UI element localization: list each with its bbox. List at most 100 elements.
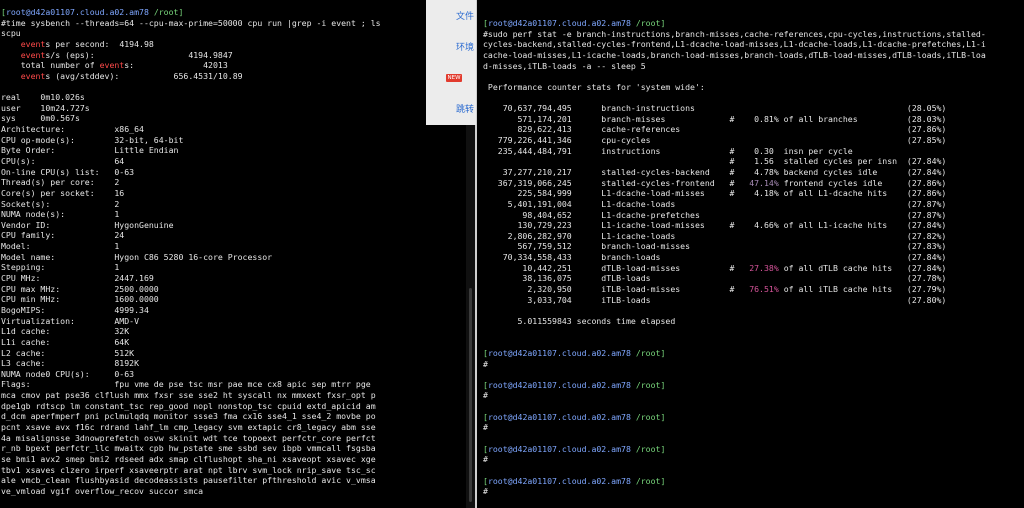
terminal-text: cache-load-misses,L1-icache-loads,branch… [483,49,986,60]
terminal-text: r_nb bpext perfctr_llc mwaitx cpb hw_pst… [1,443,376,454]
right-terminal-pane[interactable]: [root@d42a01107.cloud.a02.am78 /root] #su… [477,0,1024,508]
terminal-line: L2 cache: 512K [1,348,466,359]
terminal-line: BogoMIPS: 4999.34 [1,305,466,316]
terminal-line: Architecture: x86_64 [1,124,466,135]
terminal-text: 130,729,223 L1-icache-load-misses # 4.66… [483,220,947,231]
terminal-line: 779,226,441,346 cpu-cycles (27.85%) [483,135,1024,146]
terminal-text: # [483,486,488,497]
terminal-line: 98,404,652 L1-dcache-prefetches (27.87%) [483,210,1024,221]
terminal-text: frontend cycles idle (27.86%) [778,177,947,188]
left-terminal-pane[interactable]: [root@d42a01107.cloud.a02.am78 /root] #ti… [0,0,466,508]
terminal-colored-text: root@d42a01107.cloud.a02.am78 [487,379,631,390]
terminal-text: s per second: 4194.98 [45,38,154,49]
terminal-line: scpu [1,28,466,39]
terminal-line: 130,729,223 L1-icache-load-misses # 4.66… [483,220,1024,231]
terminal-text: Virtualization: AMD-V [1,315,140,326]
terminal-line: NUMA node(s): 1 [1,209,466,220]
terminal-line: 571,174,201 branch-misses # 0.81% of all… [483,114,1024,125]
terminal-text: d-misses,iTLB-loads -a -- sleep 5 [483,60,646,71]
terminal-text: Socket(s): 2 [1,198,120,209]
terminal-line: 2,320,950 iTLB-load-misses # 76.51% of a… [483,284,1024,295]
terminal-line: CPU MHz: 2447.169 [1,273,466,284]
terminal-line: Model: 1 [1,241,466,252]
terminal-line: events per second: 4194.98 [1,39,466,50]
terminal-text: CPU min MHz: 1600.0000 [1,294,159,305]
terminal-line: dpe1gb rdtscp lm constant_tsc rep_good n… [1,401,466,412]
terminal-line: 235,444,484,791 instructions # 0.30 insn… [483,146,1024,157]
menu-item-env[interactable]: 环境 [456,40,474,53]
terminal-line: tbv1 xsaves clzero irperf xsaveerptr ara… [1,465,466,476]
terminal-colored-text: /root] [148,7,184,17]
terminal-text: CPU MHz: 2447.169 [1,273,154,284]
terminal-colored-text: 27.38% [749,262,779,273]
terminal-text: sys 0m0.567s [1,113,80,124]
terminal-text: 4a misalignsse 3dnowprefetch osvw skinit… [1,432,376,443]
terminal-colored-text: root@d42a01107.cloud.a02.am78 [487,443,631,454]
terminal-text: L2 cache: 512K [1,347,135,358]
terminal-line: 225,584,999 L1-dcache-load-misses # 4.18… [483,188,1024,199]
terminal-line: L1i cache: 64K [1,337,466,348]
terminal-text: cycles-backend,stalled-cycles-frontend,L… [483,39,986,50]
terminal-line: 829,622,413 cache-references (27.86%) [483,124,1024,135]
terminal-text: of all dTLB cache hits (27.84%) [778,262,947,273]
terminal-line: Performance counter stats for 'system wi… [483,82,1024,93]
terminal-text: 2,320,950 iTLB-load-misses # [483,284,750,295]
terminal-text: NUMA node0 CPU(s): 0-63 [1,368,135,379]
terminal-colored-text: event [20,38,46,49]
terminal-text: # [483,390,488,401]
terminal-line: ale vmcb_clean flushbyasid decodeassists… [1,475,466,486]
terminal-text: 70,334,558,433 branch-loads (27.84%) [483,252,947,263]
terminal-text: 5,401,191,004 L1-dcache-loads (27.87%) [483,198,947,209]
terminal-text: ale vmcb_clean flushbyasid decodeassists… [1,475,376,486]
terminal-text: 567,759,512 branch-load-misses (27.83%) [483,241,947,252]
terminal-line: CPU op-mode(s): 32-bit, 64-bit [1,135,466,146]
terminal-line: d_dcm aperfmperf pni pclmulqdq monitor s… [1,411,466,422]
terminal-line: 10,442,251 dTLB-load-misses # 27.38% of … [483,263,1024,274]
terminal-line: #sudo perf stat -e branch-instructions,b… [483,29,1024,40]
menu-item-file[interactable]: 文件 [456,9,474,22]
terminal-line: 4a misalignsse 3dnowprefetch osvw skinit… [1,433,466,444]
terminal-text: Flags: fpu vme de pse tsc msr pae mce cx… [1,379,371,390]
terminal-text: L1d cache: 32K [1,326,130,337]
terminal-text: 235,444,484,791 instructions # 0.30 insn… [483,145,853,156]
terminal-text: L1i cache: 64K [1,336,130,347]
terminal-line: [root@d42a01107.cloud.a02.am78 /root] [483,412,1024,423]
terminal-colored-text: 47.14% [749,177,779,188]
terminal-line: [root@d42a01107.cloud.a02.am78 /root] [483,380,1024,391]
terminal-text: pcnt xsave avx f16c rdrand lahf_lm cmp_l… [1,421,376,432]
terminal-line: ve_vmload vgif overflow_recov succor smc… [1,486,466,497]
terminal-colored-text: /root] [630,411,666,422]
terminal-text: CPU family: 24 [1,230,125,241]
terminal-text: 5.011559843 seconds time elapsed [483,315,676,326]
terminal-line: 5.011559843 seconds time elapsed [483,316,1024,327]
terminal-line: 37,277,210,217 stalled-cycles-backend # … [483,167,1024,178]
terminal-text: CPU(s): 64 [1,155,125,166]
terminal-text: Model name: Hygon C86 5280 16-core Proce… [1,251,273,262]
terminal-line: cache-load-misses,L1-icache-loads,branch… [483,50,1024,61]
terminal-text: CPU max MHz: 2500.0000 [1,283,159,294]
terminal-text: 10,442,251 dTLB-load-misses # [483,262,750,273]
left-scrollbar-thumb[interactable] [469,288,472,502]
terminal-line: On-line CPU(s) list: 0-63 [1,167,466,178]
terminal-text: s: 42013 [124,60,228,71]
terminal-line: 367,319,066,245 stalled-cycles-frontend … [483,178,1024,189]
terminal-line: CPU family: 24 [1,230,466,241]
terminal-line: CPU min MHz: 1600.0000 [1,294,466,305]
menu-item-jump[interactable]: 跳转 [456,102,474,115]
terminal-line: [root@d42a01107.cloud.a02.am78 /root] [483,18,1024,29]
terminal-line: [root@d42a01107.cloud.a02.am78 /root] [483,348,1024,359]
terminal-text: BogoMIPS: 4999.34 [1,304,149,315]
terminal-line: # [483,422,1024,433]
terminal-colored-text: root@d42a01107.cloud.a02.am78 [487,18,631,28]
terminal-text: 38,136,075 dTLB-loads (27.78%) [483,273,947,284]
terminal-text: #sudo perf stat -e branch-instructions,b… [483,28,986,39]
terminal-text: d_dcm aperfmperf pni pclmulqdq monitor s… [1,411,376,422]
terminal-line: 2,806,282,970 L1-icache-loads (27.82%) [483,231,1024,242]
terminal-text: 2,806,282,970 L1-icache-loads (27.82%) [483,230,947,241]
terminal-line: cycles-backend,stalled-cycles-frontend,L… [483,39,1024,50]
